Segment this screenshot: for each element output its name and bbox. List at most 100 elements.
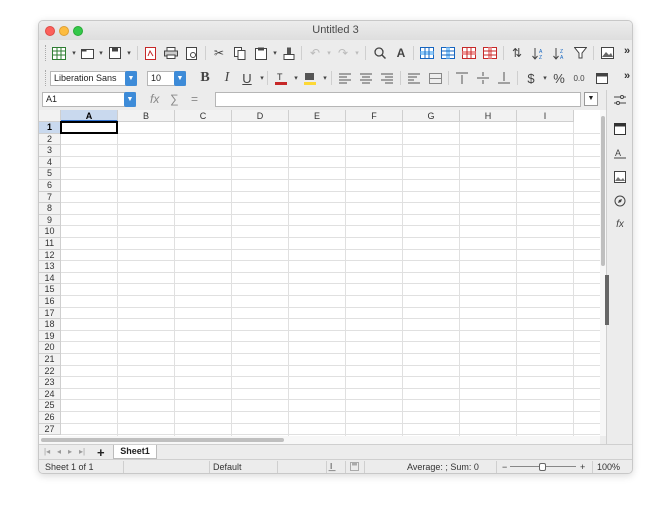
sort-icon[interactable]: ⇅ xyxy=(509,45,525,61)
row-header[interactable]: 1 xyxy=(39,122,61,134)
chevron-down-icon[interactable]: ▼ xyxy=(125,71,137,86)
properties-icon[interactable] xyxy=(614,123,626,135)
cut-icon[interactable]: ✂ xyxy=(211,45,227,61)
font-name-combo[interactable]: Liberation Sans ▼ xyxy=(50,71,137,86)
input-mode-icon[interactable]: I͟ xyxy=(330,462,332,471)
bold-icon[interactable]: B xyxy=(197,70,213,86)
row-header[interactable]: 27 xyxy=(39,423,61,436)
navigator-icon[interactable] xyxy=(614,195,626,207)
expand-formula-bar-button[interactable]: ▼ xyxy=(584,92,598,106)
row-header[interactable]: 22 xyxy=(39,365,61,378)
formula-input[interactable] xyxy=(215,92,581,107)
number-format-icon[interactable]: 0.0 xyxy=(571,70,587,86)
autofilter-icon[interactable] xyxy=(572,45,588,61)
next-sheet-icon[interactable]: ▸ xyxy=(68,447,72,456)
select-all-corner[interactable] xyxy=(39,110,61,122)
column-header[interactable]: D xyxy=(232,110,289,122)
row-header[interactable]: 19 xyxy=(39,330,61,343)
row-header[interactable]: 10 xyxy=(39,226,61,238)
highlight-icon[interactable] xyxy=(302,70,318,86)
row-header[interactable]: 15 xyxy=(39,284,61,296)
more-icon[interactable]: » xyxy=(624,45,630,57)
align-left-icon[interactable] xyxy=(337,70,353,86)
zoom-level[interactable]: 100% xyxy=(597,462,620,472)
row-icon[interactable] xyxy=(419,45,435,61)
function-wizard-button[interactable]: fx xyxy=(150,92,159,106)
column-header[interactable]: C xyxy=(175,110,232,122)
align-top-icon[interactable] xyxy=(454,70,470,86)
row-header[interactable]: 12 xyxy=(39,249,61,262)
column-header[interactable]: I xyxy=(517,110,574,122)
dropdown-icon[interactable]: ▾ xyxy=(121,45,137,61)
zoom-slider-knob[interactable] xyxy=(539,463,546,471)
row-header[interactable]: 8 xyxy=(39,203,61,215)
name-box[interactable]: A1 ▼ xyxy=(42,92,136,107)
row-header[interactable]: 21 xyxy=(39,354,61,366)
sidebar-resize-handle[interactable] xyxy=(605,275,609,325)
row-header[interactable]: 5 xyxy=(39,168,61,180)
row-header[interactable]: 7 xyxy=(39,191,61,204)
row-header[interactable]: 2 xyxy=(39,133,61,146)
row-header[interactable]: 14 xyxy=(39,272,61,285)
print-preview-icon[interactable] xyxy=(184,45,200,61)
more-icon[interactable]: » xyxy=(624,70,630,82)
column-header[interactable]: F xyxy=(346,110,403,122)
dropdown-icon[interactable]: ▾ xyxy=(349,45,365,61)
row-header[interactable]: 16 xyxy=(39,296,61,308)
font-color-icon[interactable]: T xyxy=(273,70,289,86)
toolbar-grip[interactable] xyxy=(45,70,49,86)
clone-format-icon[interactable] xyxy=(281,45,297,61)
merge-cells-icon[interactable] xyxy=(427,70,443,86)
spellcheck-icon[interactable]: A xyxy=(393,45,409,61)
formula-button[interactable]: = xyxy=(191,92,198,106)
find-icon[interactable] xyxy=(372,45,388,61)
align-right-icon[interactable] xyxy=(379,70,395,86)
italic-icon[interactable]: I xyxy=(219,70,235,86)
table-icon[interactable] xyxy=(51,45,67,61)
horizontal-scroll-thumb[interactable] xyxy=(41,438,284,442)
row-header[interactable]: 24 xyxy=(39,388,61,401)
sum-button[interactable]: ∑ xyxy=(170,92,179,106)
wrap-text-icon[interactable] xyxy=(406,70,422,86)
zoom-in-button[interactable]: + xyxy=(580,462,585,472)
image-icon[interactable] xyxy=(599,45,615,61)
gallery-icon[interactable] xyxy=(614,171,626,183)
sort-desc-icon[interactable]: ZA xyxy=(551,45,567,61)
row-header[interactable]: 3 xyxy=(39,145,61,157)
align-bottom-icon[interactable] xyxy=(496,70,512,86)
toolbar-grip[interactable] xyxy=(45,45,49,61)
column-header[interactable]: H xyxy=(460,110,517,122)
row-header[interactable]: 4 xyxy=(39,156,61,169)
row-header[interactable]: 6 xyxy=(39,180,61,192)
font-size-combo[interactable]: 10 ▼ xyxy=(147,71,186,86)
row-header[interactable]: 17 xyxy=(39,307,61,320)
add-sheet-button[interactable]: + xyxy=(97,445,105,460)
center-vertically-icon[interactable] xyxy=(475,70,491,86)
row-header[interactable]: 13 xyxy=(39,261,61,273)
prev-sheet-icon[interactable]: ◂ xyxy=(57,447,61,456)
selection-aggregate[interactable]: Average: ; Sum: 0 xyxy=(407,462,479,472)
functions-icon[interactable]: fx xyxy=(614,219,626,231)
spreadsheet-grid[interactable]: A B C D E F G H I 1 2 3 4 5 6 7 8 9 10 11 12 13 14 15 16 17 18 19 20… xyxy=(39,110,600,436)
cell-cursor[interactable] xyxy=(60,121,118,134)
row-header[interactable]: 18 xyxy=(39,319,61,331)
column-header[interactable]: G xyxy=(403,110,460,122)
sheet-tab-sheet1[interactable]: Sheet1 xyxy=(113,445,157,459)
row-header[interactable]: 23 xyxy=(39,377,61,389)
column-header[interactable]: E xyxy=(289,110,346,122)
chevron-down-icon[interactable]: ▼ xyxy=(174,71,186,86)
sort-asc-icon[interactable]: AZ xyxy=(530,45,546,61)
last-sheet-icon[interactable]: ▸| xyxy=(79,447,85,456)
column-icon[interactable] xyxy=(440,45,456,61)
percent-icon[interactable]: % xyxy=(551,70,567,86)
column-header[interactable]: B xyxy=(118,110,175,122)
delete-row-icon[interactable] xyxy=(482,45,498,61)
row-header[interactable]: 25 xyxy=(39,400,61,412)
zoom-out-button[interactable]: − xyxy=(502,462,507,472)
row-header[interactable]: 20 xyxy=(39,342,61,354)
export-pdf-icon[interactable] xyxy=(142,45,158,61)
sidebar-settings-icon[interactable] xyxy=(614,94,626,106)
chevron-down-icon[interactable]: ▼ xyxy=(124,92,136,107)
styles-icon[interactable]: A xyxy=(614,147,626,159)
print-icon[interactable] xyxy=(163,45,179,61)
